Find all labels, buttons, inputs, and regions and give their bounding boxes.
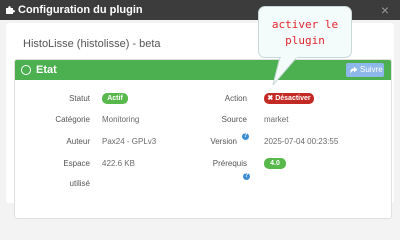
annotation-line2: plugin (285, 34, 325, 47)
help-icon[interactable]: ? (243, 173, 250, 180)
espace-label-line1: Espace (63, 159, 90, 168)
status-card-header: Etat Suivre (15, 60, 391, 80)
version-label: Version (210, 137, 237, 146)
prerequis-badge: 4.0 (264, 158, 286, 169)
action-label: Action (224, 94, 247, 103)
espace-value: 422.6 KB (102, 159, 135, 168)
annotation-callout: activer le plugin (258, 6, 352, 58)
deactivate-label: Désactiver (275, 95, 311, 102)
follow-button-label: Suivre (360, 65, 383, 74)
plugin-heading: HistoLisse (histolisse) - beta (23, 38, 161, 50)
categorie-value: Monitoring (102, 115, 140, 124)
version-value: 2025-07-04 00:23:55 (264, 137, 339, 146)
close-icon[interactable]: × (377, 2, 393, 18)
share-arrow-icon (350, 66, 358, 74)
categorie-label: Catégorie (55, 115, 90, 124)
status-card-title: Etat (36, 64, 57, 76)
status-card: Etat Suivre Statut Actif Action ✖ Désact… (14, 59, 392, 219)
deactivate-button[interactable]: ✖ Désactiver (264, 93, 314, 104)
close-icon: ✖ (267, 95, 274, 102)
espace-label-line2: utilisé (69, 179, 90, 188)
source-label: Source (221, 115, 247, 124)
help-icon[interactable]: ? (242, 133, 249, 140)
prerequis-label: Prérequis (212, 159, 247, 168)
source-value: market (264, 115, 289, 124)
follow-button[interactable]: Suivre (346, 63, 384, 77)
auteur-value: Pax24 - GPLv3 (102, 137, 157, 146)
modal-title: Configuration du plugin (18, 4, 143, 16)
circle-icon (21, 65, 31, 75)
auteur-label: Auteur (66, 137, 90, 146)
statut-label: Statut (69, 94, 90, 103)
statut-badge: Actif (102, 93, 128, 104)
puzzle-icon (6, 6, 15, 14)
annotation-line1: activer le (271, 18, 339, 31)
